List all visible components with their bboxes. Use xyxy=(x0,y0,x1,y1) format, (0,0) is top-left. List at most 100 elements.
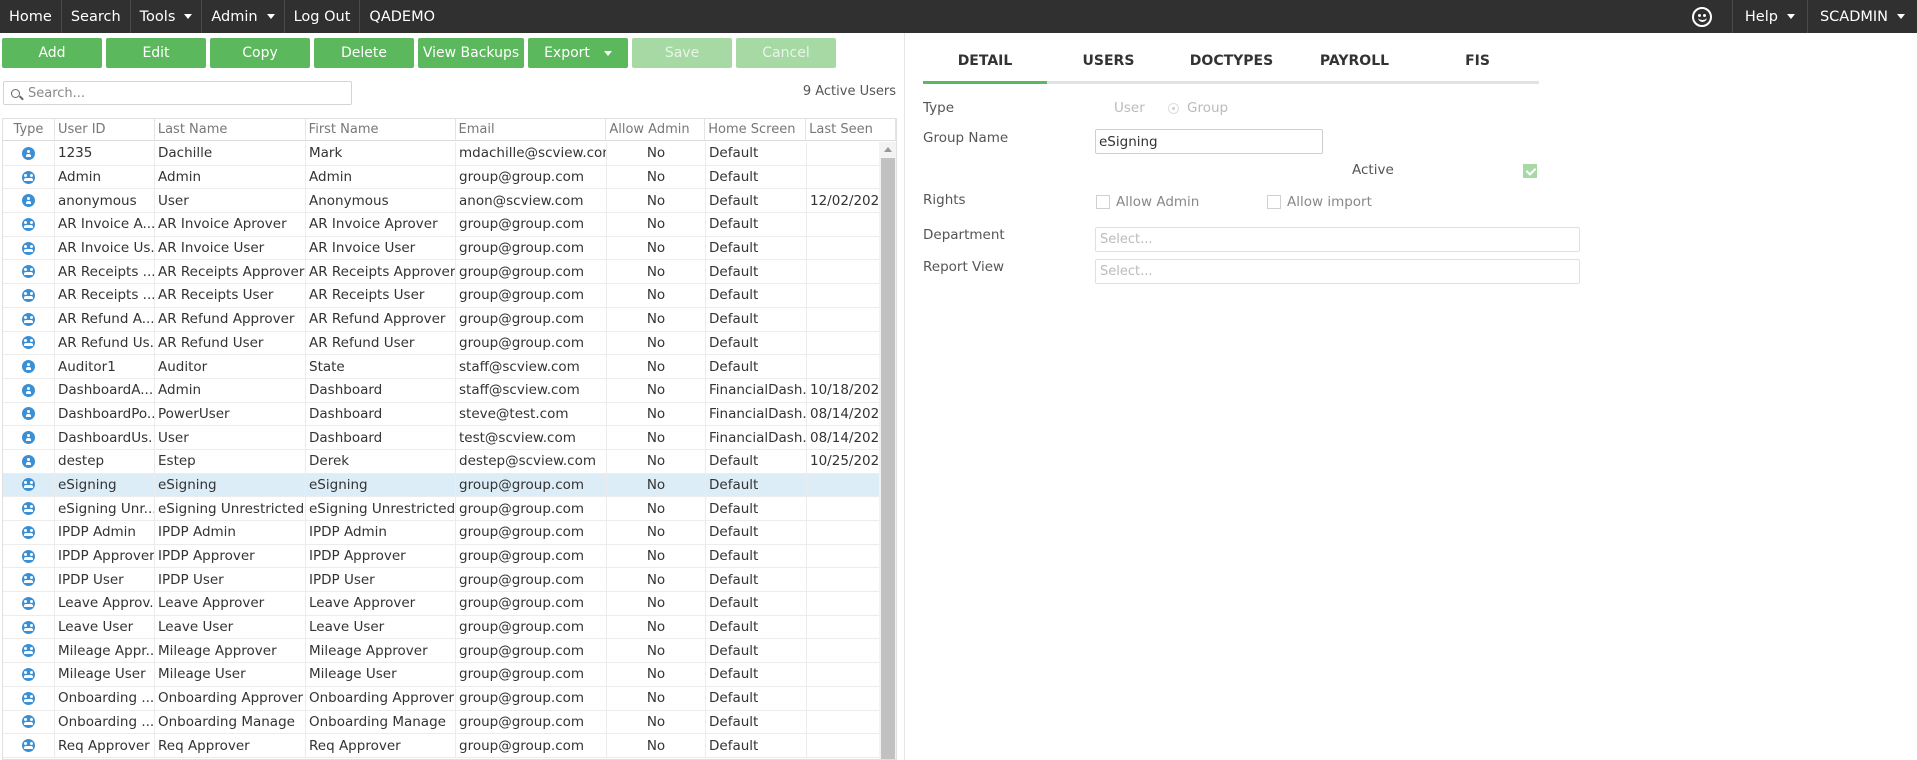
table-row[interactable]: Onboarding ... Onboarding Approver Onboard… xyxy=(3,686,879,711)
tab-doctypes[interactable]: DOCTYPES xyxy=(1170,40,1293,81)
cell-home-screen: FinancialDash... xyxy=(706,378,807,402)
cell-allow-admin: No xyxy=(607,734,706,757)
report-view-select[interactable]: Select... xyxy=(1095,259,1580,284)
copy-button[interactable]: Copy xyxy=(210,38,310,68)
nav-logout[interactable]: Log Out xyxy=(285,0,361,33)
table-row[interactable]: AR Refund A... AR Refund Approver AR Refun… xyxy=(3,307,879,332)
cell-last-seen xyxy=(807,711,879,734)
nav-admin[interactable]: Admin xyxy=(202,0,285,33)
nav-tools[interactable]: Tools xyxy=(131,0,203,33)
table-row[interactable]: DashboardPo... PowerUser Dashboard steve@te… xyxy=(3,402,879,427)
nav-search[interactable]: Search xyxy=(62,0,131,33)
cell-allow-admin: No xyxy=(607,213,706,236)
cell-user-id: DashboardA... xyxy=(55,378,155,402)
table-row[interactable]: eSigning eSigning eSigning group@group.com N… xyxy=(3,473,879,498)
table-row[interactable]: eSigning Unr... eSigning Unrestricted eSig… xyxy=(3,497,879,521)
cell-first-name: AR Refund User xyxy=(306,331,456,355)
tab-payroll[interactable]: PAYROLL xyxy=(1293,40,1416,81)
cell-user-id: IPDP Approver xyxy=(55,544,155,568)
table-row[interactable]: Mileage User Mileage User Mileage User grou… xyxy=(3,663,879,687)
table-row[interactable]: 1235 Dachille Mark mdachille@scview.com No De… xyxy=(3,142,879,166)
column-header-first-name[interactable]: First Name xyxy=(306,119,456,140)
cell-email: group@group.com xyxy=(456,473,607,497)
table-row[interactable]: Mileage Appr... Mileage Approver Mileage A… xyxy=(3,639,879,664)
view-backups-button[interactable]: View Backups xyxy=(418,38,524,68)
table-row[interactable]: AR Receipts ... AR Receipts Approver AR Re… xyxy=(3,260,879,285)
group-name-field[interactable]: eSigning xyxy=(1095,129,1323,154)
table-row[interactable]: Leave Approv... Leave Approver Leave Appro… xyxy=(3,592,879,616)
nav-help[interactable]: Help xyxy=(1731,0,1807,33)
scrollbar-thumb[interactable] xyxy=(881,158,895,759)
table-row[interactable]: Auditor1 Auditor State staff@scview.com No De… xyxy=(3,355,879,379)
column-header-type[interactable]: Type xyxy=(3,119,55,140)
cell-last-seen xyxy=(807,284,879,307)
table-row[interactable]: Req Approver Req Approver Req Approver grou… xyxy=(3,734,879,758)
table-row[interactable]: AR Receipts ... AR Receipts User AR Receip… xyxy=(3,284,879,308)
table-row[interactable]: AR Refund Us... AR Refund User AR Refund U… xyxy=(3,331,879,356)
cell-user-id: Mileage User xyxy=(55,663,155,686)
tab-fis[interactable]: FIS xyxy=(1416,40,1539,81)
active-users-count: 9 Active Users xyxy=(802,84,896,99)
column-header-allow-admin[interactable]: Allow Admin xyxy=(606,119,706,140)
table-row[interactable]: DashboardA... Admin Dashboard staff@scview.… xyxy=(3,378,879,403)
nav-home[interactable]: Home xyxy=(0,0,62,33)
cell-last-name: AR Receipts User xyxy=(155,284,306,307)
table-row[interactable]: Admin Admin Admin group@group.com No Default xyxy=(3,165,879,190)
table-row[interactable]: destep Estep Derek destep@scview.com No Defau… xyxy=(3,449,879,474)
cell-last-seen: 12/02/2023 xyxy=(810,192,879,209)
department-select[interactable]: Select... xyxy=(1095,227,1580,252)
nav-user-menu[interactable]: SCADMIN xyxy=(1806,0,1917,33)
panel-divider[interactable] xyxy=(904,33,905,760)
cell-user-id: Onboarding ... xyxy=(55,686,155,710)
column-header-last-seen[interactable]: Last Seen xyxy=(806,119,896,140)
active-checkbox[interactable] xyxy=(1523,164,1537,178)
scroll-up-icon[interactable] xyxy=(884,147,892,152)
table-row[interactable]: Leave User Leave User Leave User group@grou… xyxy=(3,615,879,640)
column-header-home-screen[interactable]: Home Screen xyxy=(705,119,807,140)
add-button[interactable]: Add xyxy=(2,38,102,68)
cell-user-id: AR Receipts ... xyxy=(55,260,155,284)
table-row[interactable]: DashboardUs... User Dashboard test@scview.c… xyxy=(3,426,879,450)
cancel-button[interactable]: Cancel xyxy=(736,38,836,68)
table-row[interactable]: AR Invoice A... AR Invoice Aprover AR Invo… xyxy=(3,213,879,237)
vertical-scrollbar[interactable] xyxy=(879,142,896,759)
table-row[interactable]: IPDP Approver IPDP Approver IPDP Approver g… xyxy=(3,544,879,569)
tab-users[interactable]: USERS xyxy=(1047,40,1170,81)
tab-detail[interactable]: DETAIL xyxy=(923,40,1047,84)
type-group-radio[interactable] xyxy=(1168,102,1179,114)
cell-last-name: AR Refund User xyxy=(155,331,306,355)
cell-email: group@group.com xyxy=(456,260,607,284)
type-user-option[interactable]: User xyxy=(1095,100,1145,116)
edit-button[interactable]: Edit xyxy=(106,38,206,68)
save-button[interactable]: Save xyxy=(632,38,732,68)
cell-last-name: Mileage Approver xyxy=(155,639,306,663)
nav-user-label: SCADMIN xyxy=(1819,8,1888,25)
column-header-user-id[interactable]: User ID xyxy=(55,119,155,140)
cell-last-seen xyxy=(807,616,879,639)
cell-user-id: DashboardUs... xyxy=(55,426,155,449)
table-row[interactable]: anonymous User Anonymous anon@scview.com No D… xyxy=(3,189,879,214)
cell-type xyxy=(3,189,55,213)
allow-admin-checkbox[interactable] xyxy=(1096,195,1110,209)
type-group-option[interactable]: Group xyxy=(1168,100,1228,116)
cell-last-name: IPDP Admin xyxy=(155,521,306,544)
table-row[interactable]: AR Invoice Us... AR Invoice User AR Invoic… xyxy=(3,236,879,261)
cell-email: group@group.com xyxy=(456,497,607,520)
column-header-last-name[interactable]: Last Name xyxy=(155,119,306,140)
cell-first-name: Mark xyxy=(306,142,456,165)
group-icon xyxy=(22,715,35,729)
allow-import-checkbox[interactable] xyxy=(1267,195,1281,209)
column-header-email[interactable]: Email xyxy=(456,119,607,140)
cell-allow-admin: No xyxy=(607,355,706,378)
cell-email: group@group.com xyxy=(456,615,607,639)
user-icon xyxy=(22,431,35,445)
chevron-down-icon xyxy=(266,14,275,19)
feedback-smiley-icon[interactable] xyxy=(1691,6,1712,27)
cell-type xyxy=(3,544,55,568)
export-button[interactable]: Export xyxy=(528,38,628,68)
table-row[interactable]: IPDP Admin IPDP Admin IPDP Admin group@grou… xyxy=(3,521,879,545)
table-row[interactable]: IPDP User IPDP User IPDP User group@group.c… xyxy=(3,568,879,593)
delete-button[interactable]: Delete xyxy=(314,38,414,68)
search-input[interactable] xyxy=(28,85,328,101)
table-row[interactable]: Onboarding ... Onboarding Manage Onboardin… xyxy=(3,710,879,735)
